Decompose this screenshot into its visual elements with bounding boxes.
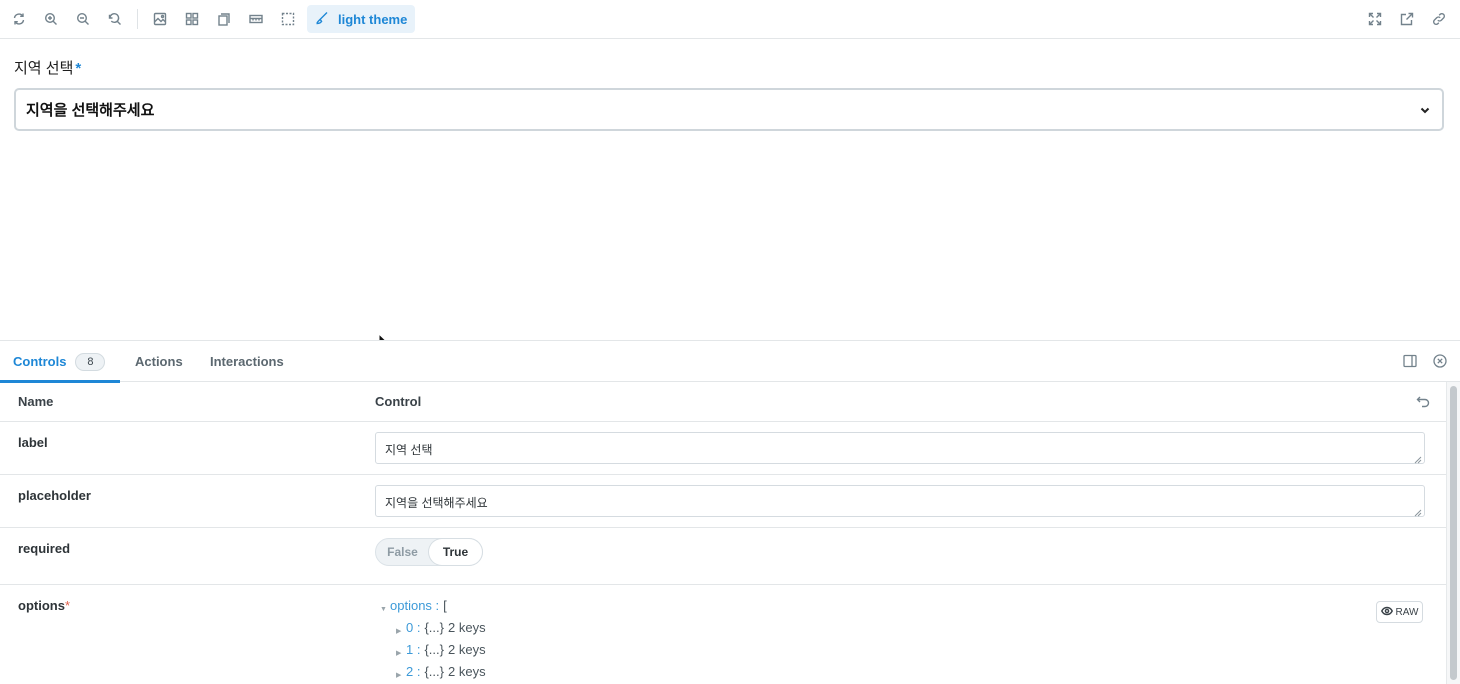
tab-controls-label: Controls xyxy=(13,354,67,369)
row-name: required xyxy=(18,541,71,556)
json-item-brace: {...} xyxy=(424,664,444,679)
required-boolean-toggle[interactable]: False True xyxy=(375,538,483,566)
panel-orientation-icon[interactable] xyxy=(1402,353,1418,369)
grid-icon[interactable] xyxy=(176,5,208,33)
collapse-arrow-icon[interactable]: ▼ xyxy=(380,602,390,618)
table-row-options: options* ▼ options : [ ▶ 0 : {...} 2 key… xyxy=(0,585,1446,684)
select-placeholder: 지역을 선택해주세요 xyxy=(26,102,155,119)
toggle-true[interactable]: True xyxy=(429,539,482,565)
json-item-key: 1 : xyxy=(406,642,421,657)
raw-toggle-button[interactable]: RAW xyxy=(1376,601,1423,623)
json-item-meta: 2 keys xyxy=(448,664,486,679)
reset-controls-icon[interactable] xyxy=(1416,394,1430,408)
copy-link-icon[interactable] xyxy=(1423,5,1455,33)
controls-table: Name Control label 지역 선택 placeholder 지역을… xyxy=(0,382,1446,684)
panel-actions xyxy=(1402,353,1448,369)
json-root-key: options : xyxy=(390,598,440,613)
chevron-down-icon xyxy=(1418,103,1432,117)
expand-arrow-icon[interactable]: ▶ xyxy=(396,646,406,662)
field-label-text: 지역 선택 xyxy=(14,60,74,77)
tab-interactions-label: Interactions xyxy=(210,354,284,369)
measure-icon[interactable] xyxy=(240,5,272,33)
json-item-meta: 2 keys xyxy=(448,642,486,657)
placeholder-textarea[interactable]: 지역을 선택해주세요 xyxy=(375,485,1425,517)
close-panel-icon[interactable] xyxy=(1432,353,1448,369)
toolbar-divider xyxy=(137,9,138,29)
json-item[interactable]: ▶ 2 : {...} 2 keys xyxy=(380,664,486,684)
json-item[interactable]: ▶ 0 : {...} 2 keys xyxy=(380,620,486,642)
viewport-icon[interactable] xyxy=(208,5,240,33)
tab-actions[interactable]: Actions xyxy=(135,341,183,382)
outline-icon[interactable] xyxy=(272,5,304,33)
json-item-key: 0 : xyxy=(406,620,421,635)
row-name: label xyxy=(18,435,48,450)
region-select[interactable]: 지역을 선택해주세요 xyxy=(14,88,1444,131)
required-mark: * xyxy=(75,60,82,77)
scrollbar-thumb[interactable] xyxy=(1450,386,1457,680)
zoom-in-icon[interactable] xyxy=(35,5,67,33)
controls-count-badge: 8 xyxy=(75,352,106,371)
expand-arrow-icon[interactable]: ▶ xyxy=(396,624,406,640)
field-label: 지역 선택 * xyxy=(14,57,81,78)
table-row-required: required False True xyxy=(0,528,1446,585)
json-tree: ▼ options : [ ▶ 0 : {...} 2 keys ▶ 1 : {… xyxy=(380,598,486,684)
expand-arrow-icon[interactable]: ▶ xyxy=(396,668,406,684)
toolbar: light theme xyxy=(0,0,1460,39)
table-row-placeholder: placeholder 지역을 선택해주세요 xyxy=(0,475,1446,528)
json-item-key: 2 : xyxy=(406,664,421,679)
resize-handle-icon[interactable] xyxy=(1414,506,1422,517)
required-star: * xyxy=(64,598,70,613)
tab-interactions[interactable]: Interactions xyxy=(210,341,284,382)
placeholder-textarea-value: 지역을 선택해주세요 xyxy=(385,496,488,510)
fullscreen-icon[interactable] xyxy=(1359,5,1391,33)
zoom-out-icon[interactable] xyxy=(67,5,99,33)
col-control-header: Control xyxy=(375,394,422,409)
json-root-brace: [ xyxy=(443,598,447,613)
tab-controls[interactable]: Controls 8 xyxy=(0,341,121,383)
theme-label: light theme xyxy=(338,11,408,27)
json-item[interactable]: ▶ 1 : {...} 2 keys xyxy=(380,642,486,664)
addons-panel: Controls 8 Actions Interactions Name Con… xyxy=(0,340,1460,684)
eye-icon xyxy=(1380,605,1393,620)
panel-tabs: Controls 8 Actions Interactions xyxy=(0,341,1460,383)
tab-actions-label: Actions xyxy=(135,354,183,369)
label-textarea[interactable]: 지역 선택 xyxy=(375,432,1425,464)
col-name-header: Name xyxy=(18,394,54,409)
toolbar-right xyxy=(1359,5,1455,33)
label-textarea-value: 지역 선택 xyxy=(385,443,433,457)
toggle-false[interactable]: False xyxy=(376,545,429,559)
options-name: options xyxy=(18,598,65,613)
json-root[interactable]: ▼ options : [ xyxy=(380,598,486,620)
table-row-label: label 지역 선택 xyxy=(0,422,1446,475)
row-name: placeholder xyxy=(18,488,91,503)
resize-handle-icon[interactable] xyxy=(1414,453,1422,464)
panel-scrollbar[interactable] xyxy=(1446,382,1460,684)
row-name: options* xyxy=(18,598,70,613)
toolbar-left: light theme xyxy=(3,5,416,33)
reset-zoom-icon[interactable] xyxy=(99,5,131,33)
background-icon[interactable] xyxy=(144,5,176,33)
raw-label: RAW xyxy=(1395,606,1419,618)
paintbrush-icon xyxy=(315,11,329,28)
json-item-meta: 2 keys xyxy=(448,620,486,635)
open-new-tab-icon[interactable] xyxy=(1391,5,1423,33)
reload-icon[interactable] xyxy=(3,5,35,33)
table-header: Name Control xyxy=(0,382,1446,422)
json-item-brace: {...} xyxy=(424,620,444,635)
theme-toggle-button[interactable]: light theme xyxy=(307,5,416,33)
json-item-brace: {...} xyxy=(424,642,444,657)
